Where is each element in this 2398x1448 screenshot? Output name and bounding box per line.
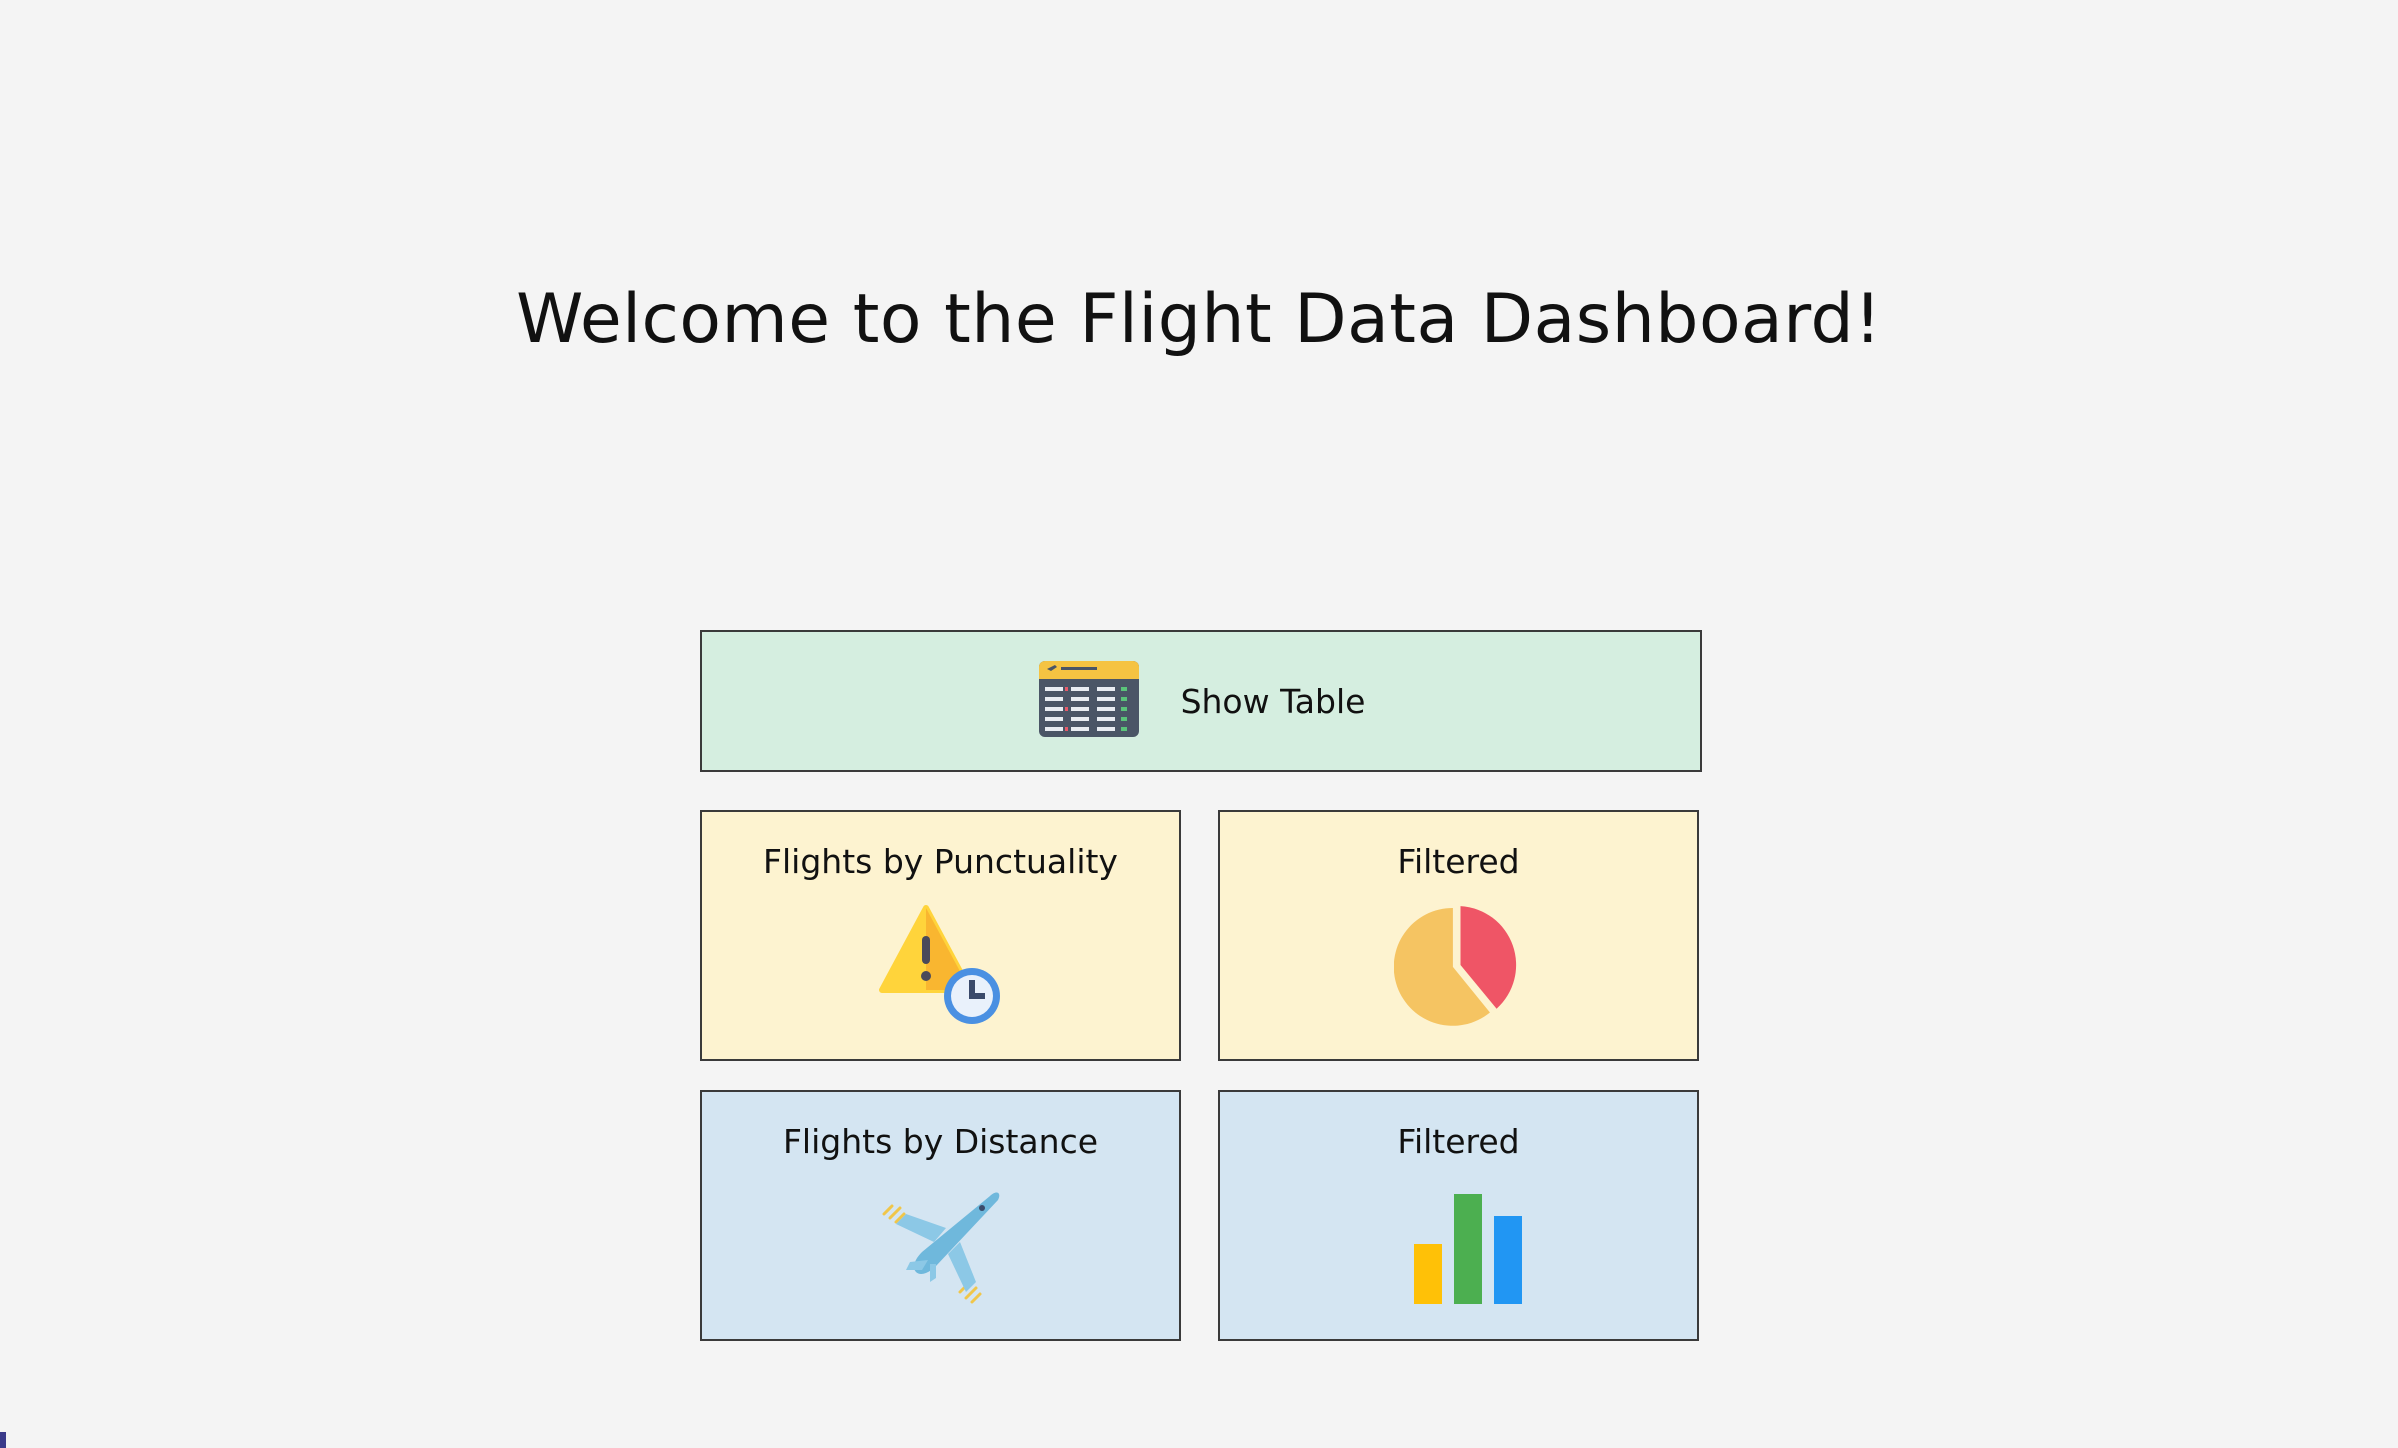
show-table-button[interactable]: Show Table [700, 630, 1702, 772]
punctuality-filtered-label: Filtered [1397, 842, 1520, 881]
page-title: Welcome to the Flight Data Dashboard! [516, 280, 1882, 359]
window-corner [0, 1432, 6, 1448]
distance-filtered-label: Filtered [1397, 1122, 1520, 1161]
distance-filtered-button[interactable]: Filtered [1218, 1090, 1699, 1341]
bar-chart-icon [1394, 1184, 1524, 1312]
dashboard-page: Welcome to the Flight Data Dashboard! Sh… [0, 0, 2398, 1448]
distance-label: Flights by Distance [782, 1122, 1099, 1161]
flight-board-icon [1037, 659, 1141, 743]
punctuality-button[interactable]: Flights by Punctuality [700, 810, 1181, 1061]
pie-chart-icon [1393, 904, 1524, 1032]
distance-button[interactable]: Flights by Distance [700, 1090, 1181, 1341]
warning-clock-icon [876, 904, 1006, 1032]
punctuality-label: Flights by Punctuality [763, 842, 1118, 881]
punctuality-filtered-button[interactable]: Filtered [1218, 810, 1699, 1061]
show-table-label: Show Table [1180, 681, 1366, 721]
airplane-icon [876, 1184, 1006, 1312]
